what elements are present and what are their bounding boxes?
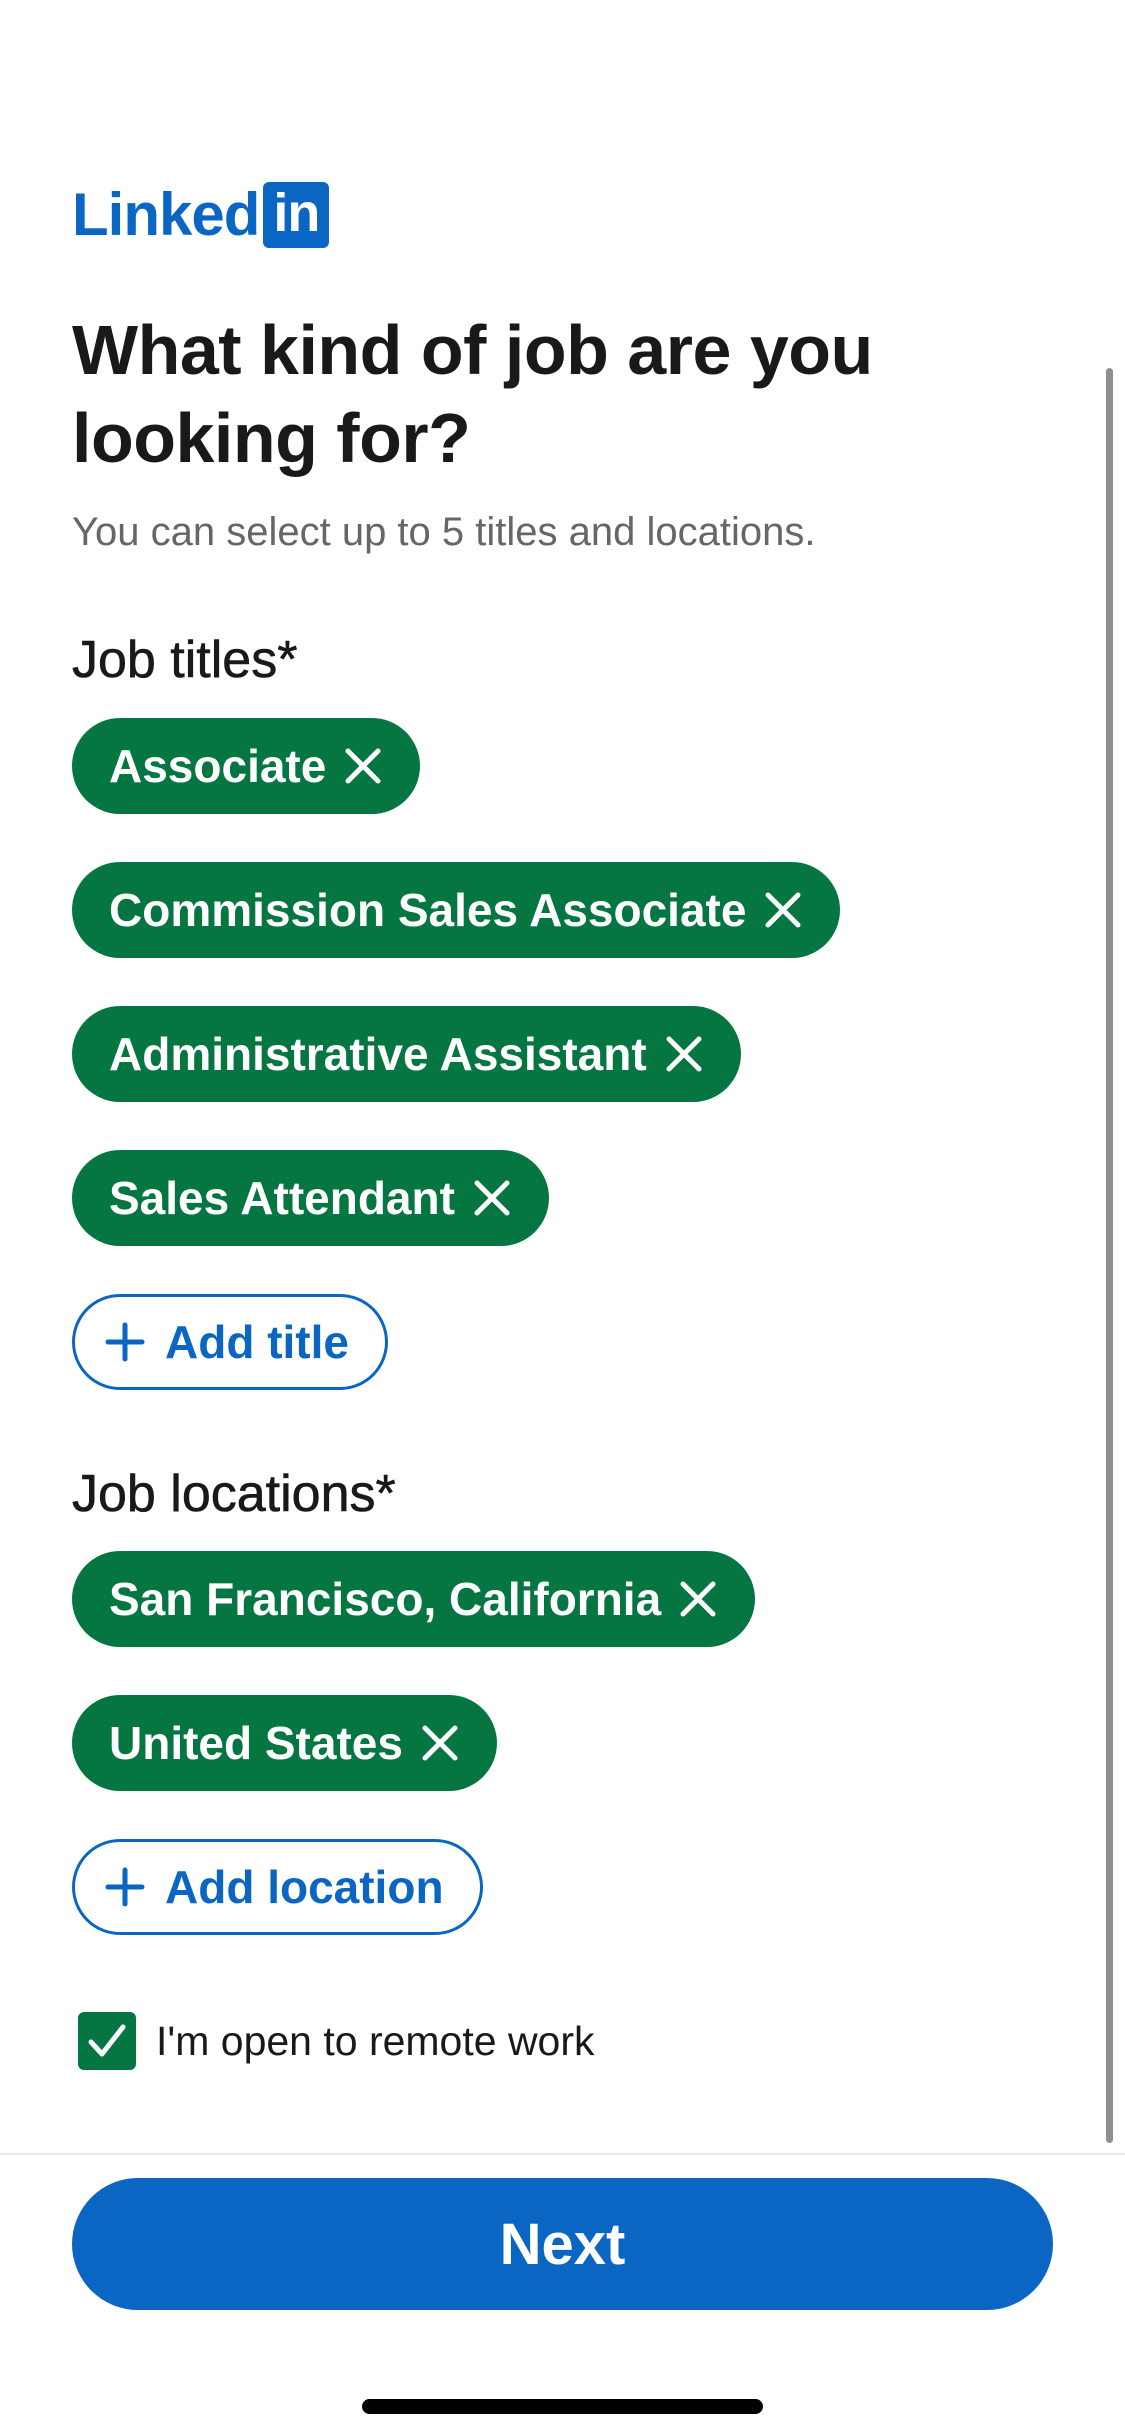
chip-label: Commission Sales Associate — [109, 884, 747, 936]
close-icon[interactable] — [665, 1035, 703, 1073]
remote-work-label: I'm open to remote work — [156, 2017, 595, 2064]
job-title-chip[interactable]: Administrative Assistant — [72, 1006, 741, 1102]
chip-label: San Francisco, California — [109, 1573, 662, 1625]
page-title: What kind of job are you looking for? — [72, 311, 873, 477]
chip-label: Administrative Assistant — [109, 1028, 647, 1080]
remote-work-option[interactable]: I'm open to remote work — [78, 2012, 595, 2070]
close-icon[interactable] — [473, 1179, 511, 1217]
add-title-button[interactable]: Add title — [72, 1294, 388, 1390]
job-location-chip[interactable]: United States — [72, 1695, 497, 1791]
chip-label: Sales Attendant — [109, 1172, 455, 1224]
add-location-label: Add location — [165, 1861, 444, 1913]
plus-icon — [105, 1322, 145, 1362]
close-icon[interactable] — [764, 891, 802, 929]
job-title-chip[interactable]: Sales Attendant — [72, 1150, 549, 1246]
job-location-chip[interactable]: San Francisco, California — [72, 1551, 756, 1647]
close-icon[interactable] — [421, 1724, 459, 1762]
add-title-label: Add title — [165, 1316, 349, 1368]
linkedin-logo: Linked in — [72, 181, 330, 248]
job-preferences-screen: Linked in What kind of job are you looki… — [0, 0, 1125, 2436]
close-icon[interactable] — [679, 1580, 717, 1618]
job-titles-label: Job titles* — [72, 631, 298, 690]
close-icon[interactable] — [344, 747, 382, 785]
job-locations-label: Job locations* — [72, 1465, 396, 1524]
next-button[interactable]: Next — [72, 2178, 1053, 2310]
logo-wordmark: Linked — [72, 181, 260, 248]
chip-label: Associate — [109, 740, 327, 792]
scrollbar[interactable] — [1106, 368, 1113, 2143]
chip-label: United States — [109, 1717, 403, 1769]
footer-divider — [0, 2153, 1125, 2155]
page-subtitle: You can select up to 5 titles and locati… — [72, 510, 816, 554]
home-indicator[interactable] — [362, 2399, 763, 2414]
add-location-button[interactable]: Add location — [72, 1839, 483, 1935]
remote-work-checkbox[interactable] — [78, 2012, 136, 2070]
job-title-chip[interactable]: Commission Sales Associate — [72, 862, 841, 958]
checkmark-icon — [88, 2024, 126, 2057]
logo-in-box: in — [263, 182, 330, 248]
job-title-chip[interactable]: Associate — [72, 718, 421, 814]
plus-icon — [105, 1867, 145, 1907]
